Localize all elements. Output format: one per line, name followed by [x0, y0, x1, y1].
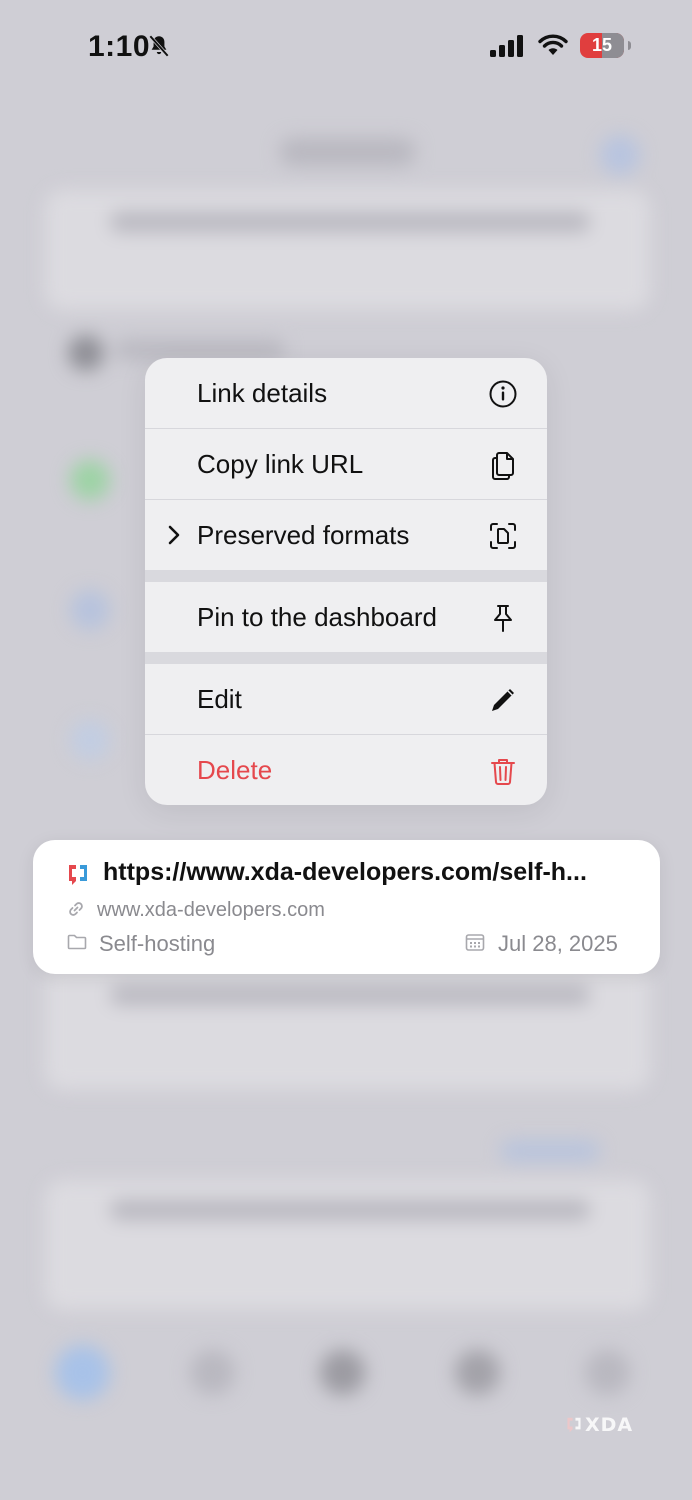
pencil-icon: [492, 689, 514, 711]
menu-item-pin-to-dashboard[interactable]: Pin to the dashboard: [145, 582, 547, 652]
menu-item-link-details[interactable]: Link details: [145, 358, 547, 429]
menu-item-label: Copy link URL: [197, 448, 364, 479]
bg-tab-blob: [585, 1350, 630, 1395]
bg-line-blob: [110, 985, 590, 1005]
xda-logo-icon: [567, 1417, 581, 1433]
link-chain-icon: [69, 902, 83, 916]
menu-item-label: Delete: [197, 754, 273, 785]
bg-line-blob: [110, 1200, 590, 1220]
bg-green-blob: [70, 460, 110, 500]
trash-icon: [491, 759, 515, 785]
bg-link-blob: [500, 1140, 600, 1162]
calendar-icon: [465, 934, 485, 951]
bg-avatar-blob: [68, 335, 104, 371]
bg-card: [45, 960, 650, 1090]
menu-item-label: Link details: [197, 377, 328, 408]
menu-item-delete[interactable]: Delete: [145, 735, 547, 805]
battery-icon: 15: [580, 33, 631, 58]
bg-tab-blob: [455, 1350, 500, 1395]
bg-blue-blob: [70, 720, 110, 760]
menu-section-separator: [145, 652, 547, 664]
scan-document-icon: [490, 523, 516, 549]
link-url: https://www.xda-developers.com/self-h...: [103, 858, 587, 886]
bg-tab-blob: [55, 1345, 110, 1400]
bg-card: [45, 190, 650, 310]
info-circle-icon: [489, 380, 517, 408]
link-collection: Self-hosting: [99, 931, 216, 956]
link-date: Jul 28, 2025: [498, 931, 618, 956]
status-time: 1:10: [88, 30, 151, 63]
context-menu: Link details Copy link URL Preserved for…: [145, 358, 547, 805]
menu-item-edit[interactable]: Edit: [145, 664, 547, 735]
menu-item-label: Pin to the dashboard: [197, 601, 437, 632]
bg-title-blob: [280, 138, 415, 166]
chevron-right-icon: [168, 525, 180, 545]
battery-level: 15: [591, 35, 613, 55]
link-preview-card[interactable]: https://www.xda-developers.com/self-h...…: [33, 840, 660, 974]
menu-item-copy-link-url[interactable]: Copy link URL: [145, 429, 547, 500]
bg-line-blob: [110, 212, 590, 232]
menu-item-label: Preserved formats: [197, 519, 410, 550]
status-bar: 1:10 15: [0, 0, 692, 95]
xda-favicon-icon: [69, 865, 87, 885]
pin-icon: [494, 605, 512, 632]
menu-section-separator: [145, 570, 547, 582]
menu-item-label: Edit: [197, 683, 242, 714]
watermark-text: XDA: [585, 1414, 634, 1436]
folder-icon: [67, 934, 87, 950]
link-domain: www.xda-developers.com: [97, 899, 325, 921]
xda-watermark: XDA: [566, 1414, 633, 1436]
menu-item-preserved-formats[interactable]: Preserved formats: [145, 500, 547, 570]
bg-tab-blob: [320, 1350, 365, 1395]
cellular-signal-icon: [490, 35, 523, 57]
bg-button-blob: [600, 135, 640, 175]
bg-tab-blob: [190, 1350, 235, 1395]
wifi-icon: [538, 34, 568, 55]
bell-slash-icon: [149, 35, 169, 57]
copy-documents-icon: [492, 452, 514, 480]
bg-line-blob: [115, 340, 285, 360]
bg-blue-blob: [70, 590, 110, 630]
